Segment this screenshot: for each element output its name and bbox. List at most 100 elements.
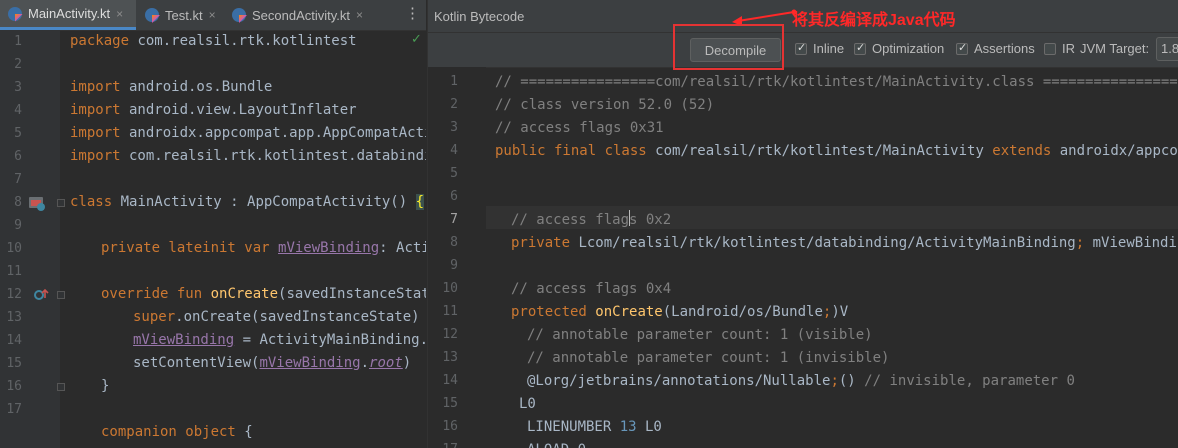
bytecode-line[interactable]: // annotable parameter count: 1 (visible… [527,324,873,347]
code-line[interactable]: import androidx.appcompat.app.AppCompatA… [70,122,426,145]
fold-icon[interactable] [57,199,65,207]
bytecode-line[interactable]: public final class com/realsil/rtk/kotli… [495,140,1178,163]
line-number: 5 [14,126,22,141]
line-number: 4 [14,103,22,118]
kotlin-editor[interactable]: MainActivity.kt × Test.kt × SecondActivi… [0,0,426,448]
check-icon: ✓ [411,31,422,46]
line-number: 11 [6,264,22,279]
code-line[interactable]: import com.realsil.rtk.kotlintest.databi… [70,145,426,168]
close-icon[interactable]: × [116,7,123,21]
line-number: 9 [14,218,22,233]
line-number: 12 [442,327,458,342]
text-caret [629,210,630,226]
checkbox-checked-icon [956,41,968,55]
line-number: 7 [450,212,458,227]
code-line[interactable]: } [101,375,109,398]
line-number: 6 [14,149,22,164]
fold-icon[interactable] [57,291,65,299]
bytecode-line[interactable]: @Lorg/jetbrains/annotations/Nullable;() … [527,370,1075,393]
line-number: 7 [14,172,22,187]
line-number: 13 [442,350,458,365]
ir-checkbox[interactable]: IR [1044,41,1075,56]
bytecode-line[interactable]: LINENUMBER 13 L0 [527,416,662,439]
panel-title: Kotlin Bytecode [434,9,525,24]
fold-icon[interactable] [57,383,65,391]
code-line[interactable]: super.onCreate(savedInstanceState) [133,306,420,329]
kotlin-file-icon [145,8,159,22]
jvm-target-label: JVM Target: [1080,41,1150,56]
tab-label: SecondActivity.kt [252,7,351,23]
checkbox-checked-icon [795,41,807,55]
option-label: Inline [813,41,845,56]
line-number: 17 [6,402,22,417]
line-number: 10 [6,241,22,256]
option-label: IR [1062,41,1075,56]
code-line[interactable]: mViewBinding = ActivityMainBinding.ir [133,329,426,352]
android-run-icon[interactable] [28,194,46,212]
annotation-text: 将其反编译成Java代码 [792,12,956,29]
code-line[interactable]: class MainActivity : AppCompatActivity()… [70,191,425,214]
bytecode-line[interactable]: // access flags 0x31 [495,117,664,140]
kotlin-file-icon [232,8,246,22]
code-line[interactable]: package com.realsil.rtk.kotlintest [70,30,357,53]
optimization-checkbox[interactable]: Optimization [854,41,944,56]
line-number: 14 [6,333,22,348]
bytecode-line[interactable]: // ================com/realsil/rtk/kotli… [495,71,1178,94]
line-number: 14 [442,373,458,388]
bytecode-line[interactable]: private Lcom/realsil/rtk/kotlintest/data… [511,232,1178,255]
tab-label: MainActivity.kt [28,6,111,21]
close-icon[interactable]: × [209,8,216,22]
bytecode-line[interactable]: L0 [519,393,536,416]
line-number: 1 [14,34,22,49]
inline-checkbox[interactable]: Inline [795,41,844,56]
bytecode-line[interactable]: // access flags 0x4 [511,278,671,301]
option-label: Optimization [872,41,945,56]
tab-secondactivity[interactable]: SecondActivity.kt × [224,0,394,30]
bytecode-line[interactable]: // annotable parameter count: 1 (invisib… [527,347,889,370]
option-label: Assertions [974,41,1035,56]
line-number: 5 [450,166,458,181]
line-number: 13 [6,310,22,325]
code-line[interactable]: import android.view.LayoutInflater [70,99,357,122]
line-number: 9 [450,258,458,273]
code-line[interactable]: setContentView(mViewBinding.root) [133,352,411,375]
line-number: 15 [442,396,458,411]
line-number: 15 [6,356,22,371]
line-number: 4 [450,143,458,158]
assertions-checkbox[interactable]: Assertions [956,41,1035,56]
jvm-target-select[interactable]: 1.8 [1156,37,1178,61]
code-line[interactable]: private lateinit var mViewBinding: Activ… [101,237,426,260]
line-number: 8 [450,235,458,250]
line-number: 6 [450,189,458,204]
bytecode-line[interactable]: protected onCreate(Landroid/os/Bundle;)V [511,301,848,324]
editor-tab-bar: MainActivity.kt × Test.kt × SecondActivi… [0,0,426,31]
line-number: 11 [442,304,458,319]
bytecode-line[interactable]: // class version 52.0 (52) [495,94,714,117]
line-number: 16 [442,419,458,434]
tab-mainactivity[interactable]: MainActivity.kt × [0,0,136,30]
code-line[interactable]: override fun onCreate(savedInstanceState… [101,283,426,306]
line-number: 3 [450,120,458,135]
line-number: 2 [450,97,458,112]
code-line[interactable]: import android.os.Bundle [70,76,272,99]
decompile-button[interactable]: Decompile [690,38,781,62]
line-number: 8 [14,195,22,210]
tab-test[interactable]: Test.kt × [137,0,223,30]
line-number: 12 [6,287,22,302]
line-number: 2 [14,57,22,72]
tab-label: Test.kt [165,7,203,23]
code-line[interactable]: companion object { [101,421,253,444]
line-number: 10 [442,281,458,296]
override-method-icon[interactable] [33,286,49,302]
line-number: 3 [14,80,22,95]
line-number: 1 [450,74,458,89]
close-icon[interactable]: × [356,8,363,22]
kotlin-file-icon [8,6,22,21]
checkbox-checked-icon [854,41,866,55]
line-number: 16 [6,379,22,394]
kotlin-bytecode-panel: Kotlin Bytecode 将其反编译成Java代码 Decompile I… [427,0,1178,448]
more-tabs-icon[interactable]: ⋮ [405,6,420,22]
bytecode-line[interactable]: ALOAD 0 [527,439,586,448]
bytecode-line[interactable]: // access flags 0x2 [511,209,671,232]
checkbox-unchecked-icon [1044,42,1056,55]
